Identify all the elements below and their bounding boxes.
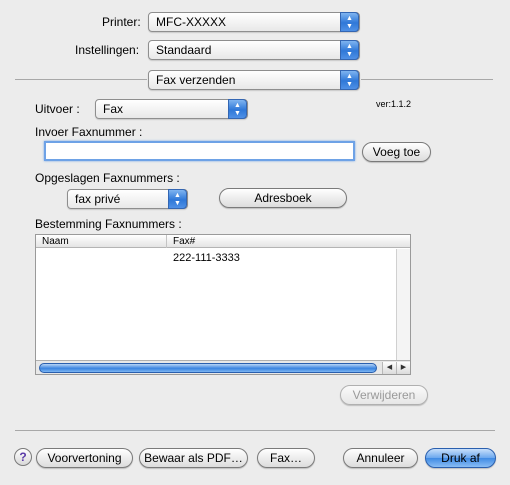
panel-value: Fax verzenden	[156, 73, 236, 87]
table-header: Naam Fax#	[36, 235, 410, 248]
printer-value: MFC-XXXXX	[156, 15, 227, 29]
footer-divider	[15, 430, 495, 431]
saved-label: Opgeslagen Faxnummers :	[35, 171, 180, 185]
popup-arrows-icon: ▲ ▼	[228, 99, 247, 119]
add-button[interactable]: Voeg toe	[362, 142, 431, 162]
scroll-right-icon[interactable]: ▶	[396, 362, 410, 374]
fax-number-input[interactable]	[44, 141, 355, 161]
panel-select[interactable]: Fax verzenden ▲ ▼	[148, 70, 360, 90]
popup-arrows-icon: ▲ ▼	[168, 189, 187, 209]
table-row[interactable]: 222-111-3333	[36, 251, 410, 265]
vertical-scrollbar[interactable]	[396, 249, 410, 360]
destination-table[interactable]: Naam Fax# 222-111-3333 ◀ ▶	[35, 234, 411, 375]
printer-label: Printer:	[102, 15, 141, 29]
popup-arrows-icon: ▲ ▼	[340, 12, 359, 32]
preview-button[interactable]: Voorvertoning	[36, 448, 133, 468]
row-fax: 222-111-3333	[173, 252, 240, 264]
print-button[interactable]: Druk af	[425, 448, 496, 468]
saved-value: fax privé	[75, 192, 121, 206]
fax-input-label: Invoer Faxnummer :	[35, 125, 143, 139]
divider-left	[15, 79, 147, 80]
output-label: Uitvoer :	[35, 102, 80, 116]
cancel-button[interactable]: Annuleer	[343, 448, 418, 468]
scroll-thumb[interactable]	[39, 363, 377, 373]
version-text: ver:1.1.2	[376, 99, 412, 109]
divider-right	[361, 79, 493, 80]
settings-label: Instellingen:	[75, 43, 140, 57]
output-value: Fax	[103, 102, 124, 116]
fax-button[interactable]: Fax…	[257, 448, 315, 468]
popup-arrows-icon: ▲ ▼	[340, 70, 359, 90]
addressbook-button[interactable]: Adresboek	[219, 188, 347, 208]
scroll-left-icon[interactable]: ◀	[382, 362, 396, 374]
printer-select[interactable]: MFC-XXXXX ▲ ▼	[148, 12, 360, 32]
settings-value: Standaard	[156, 43, 212, 57]
save-pdf-button[interactable]: Bewaar als PDF…	[139, 448, 248, 468]
popup-arrows-icon: ▲ ▼	[340, 40, 359, 60]
settings-select[interactable]: Standaard ▲ ▼	[148, 40, 360, 60]
help-icon[interactable]: ?	[14, 448, 32, 466]
remove-button[interactable]: Verwijderen	[340, 385, 428, 405]
column-fax[interactable]: Fax#	[166, 235, 410, 248]
destination-label: Bestemming Faxnummers :	[35, 217, 182, 231]
output-select[interactable]: Fax ▲ ▼	[95, 99, 248, 119]
column-name[interactable]: Naam	[36, 235, 166, 248]
saved-select[interactable]: fax privé ▲ ▼	[67, 189, 188, 209]
horizontal-scrollbar[interactable]: ◀ ▶	[36, 360, 410, 374]
